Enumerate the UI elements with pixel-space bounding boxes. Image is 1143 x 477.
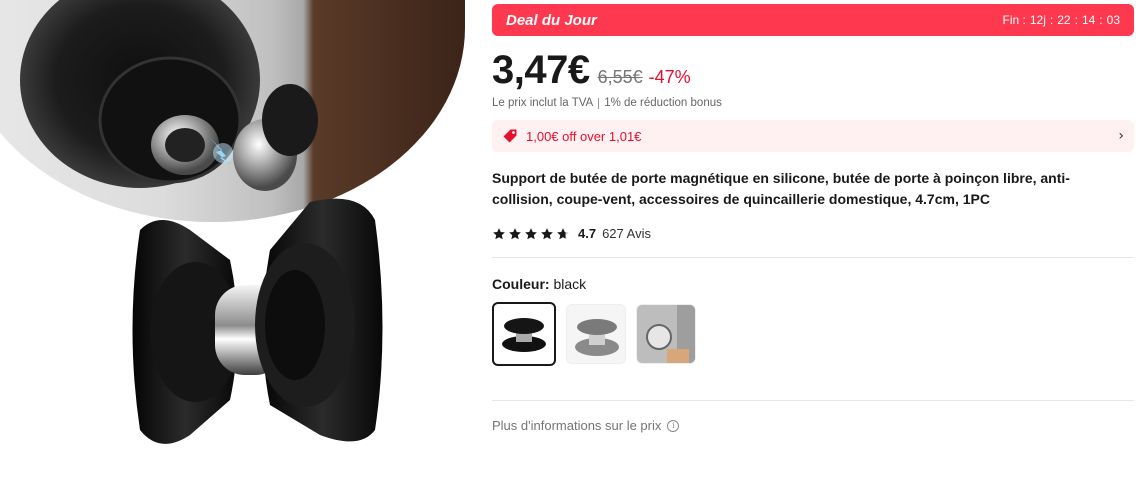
rating-row[interactable]: 4.7 627 Avis: [492, 226, 1134, 241]
bonus-text: 1% de réduction bonus: [604, 97, 722, 109]
review-count[interactable]: 627 Avis: [602, 226, 651, 241]
product-main-photo: [132, 198, 383, 444]
rating-value: 4.7: [578, 226, 597, 241]
color-label: Couleur: black: [492, 276, 1134, 292]
original-price: 6,55€: [597, 67, 643, 87]
swatch-grey[interactable]: [566, 304, 626, 364]
deal-countdown: Fin : 12j : 22 : 14 : 03: [1003, 13, 1120, 27]
product-image[interactable]: [0, 0, 470, 477]
current-price: 3,47€: [492, 48, 590, 92]
more-price-info-link[interactable]: Plus d'informations sur le prix i: [492, 418, 1134, 433]
timer-separator: :: [1099, 13, 1103, 27]
tax-included-text: Le prix inclut la TVA: [492, 97, 594, 109]
info-icon: i: [667, 419, 680, 432]
chevron-right-icon: ›: [1118, 128, 1124, 144]
product-title: Support de butée de porte magnétique en …: [492, 170, 1070, 207]
color-swatches: [492, 302, 1134, 366]
star-icon: [493, 227, 505, 239]
star-icon: [509, 227, 521, 239]
product-info-panel: Deal du Jour Fin : 12j : 22 : 14 : 03 3,…: [492, 4, 1134, 433]
more-info-text: Plus d'informations sur le prix: [492, 418, 662, 433]
half-star-icon: [557, 227, 569, 239]
timer-separator: :: [1074, 13, 1078, 27]
timer-hours: 22: [1057, 13, 1071, 27]
timer-prefix: Fin :: [1002, 13, 1026, 27]
timer-days: 12j: [1029, 13, 1046, 27]
tax-info: Le prix inclut la TVA 1% de réduction bo…: [492, 97, 1134, 109]
color-label-title: Couleur:: [492, 276, 550, 292]
deal-banner: Deal du Jour Fin : 12j : 22 : 14 : 03: [492, 4, 1134, 36]
selected-color: black: [553, 276, 587, 292]
coupon-banner[interactable]: 1,00€ off over 1,01€ ›: [492, 120, 1134, 152]
price-row: 3,47€ 6,55€ -47%: [492, 48, 1134, 93]
inset-installed-photo: [0, 0, 465, 222]
swatch-installed[interactable]: [636, 304, 696, 364]
swatch-black[interactable]: [492, 302, 556, 366]
timer-minutes: 14: [1081, 13, 1096, 27]
star-icon: [541, 227, 553, 239]
discount-percent: -47%: [648, 67, 691, 87]
divider: [492, 400, 1134, 401]
deal-title: Deal du Jour: [506, 11, 597, 29]
coupon-text: 1,00€ off over 1,01€: [526, 128, 642, 144]
divider: [492, 257, 1134, 258]
timer-separator: :: [1049, 13, 1054, 27]
tag-icon: [503, 129, 517, 143]
tax-divider: [598, 97, 600, 109]
star-icon: [525, 227, 537, 239]
timer-seconds: 03: [1106, 13, 1120, 27]
star-rating: [492, 227, 570, 241]
